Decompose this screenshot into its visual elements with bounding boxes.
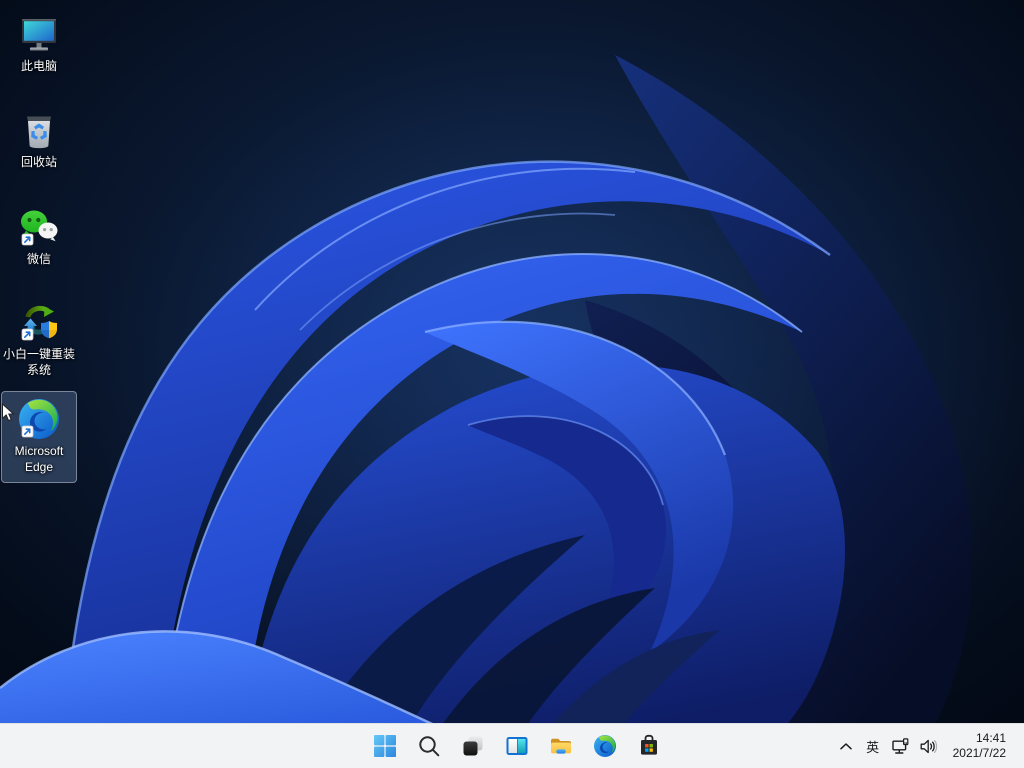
taskbar-center-buttons (365, 724, 669, 768)
desktop-icon-label: Microsoft Edge (14, 444, 64, 474)
desktop-icon-recycle-bin[interactable]: 回收站 (1, 102, 77, 172)
desktop-icon-label: 小白一键重装系统 (2, 347, 75, 377)
bloom-wallpaper (0, 0, 1024, 768)
microsoft-store-button[interactable] (629, 726, 669, 766)
desktop-icon-label: 回收站 (20, 155, 57, 169)
chevron-up-icon (839, 742, 852, 749)
windows-desktop: 此电脑 回收站 微信 小白一键重装系统 Microsoft Edge 英 14:… (0, 0, 1024, 768)
tray-time: 14:41 (975, 731, 1006, 745)
windows-logo-icon (374, 735, 396, 757)
shortcut-arrow-overlay (21, 425, 34, 438)
wechat-icon (17, 205, 61, 249)
this-pc-icon (17, 12, 61, 56)
recycle-bin-icon (17, 108, 61, 152)
ime-language-label: 英 (866, 739, 880, 755)
widgets-button[interactable] (497, 726, 537, 766)
desktop-icon-label: 此电脑 (20, 59, 57, 73)
system-tray: 英 14:41 2021/7/22 (833, 724, 1024, 768)
shopping-bag-icon (641, 734, 657, 755)
ethernet-network-icon (891, 737, 909, 754)
desktop-icon-this-pc[interactable]: 此电脑 (1, 6, 77, 76)
edge-taskbar-button[interactable] (585, 726, 625, 766)
desktop-icon-xiaobai-reinstall[interactable]: 小白一键重装系统 (1, 294, 77, 379)
file-explorer-button[interactable] (541, 726, 581, 766)
clock-date-button[interactable]: 14:41 2021/7/22 (949, 728, 1010, 764)
start-button[interactable] (365, 726, 405, 766)
edge-swirl-icon (594, 735, 616, 757)
volume-button[interactable] (915, 728, 943, 764)
desktop-icon-label: 微信 (26, 252, 51, 266)
overlapping-squares-icon (463, 736, 483, 756)
show-hidden-icons-button[interactable] (833, 728, 859, 764)
edge-icon (17, 397, 61, 441)
ime-indicator[interactable]: 英 (859, 728, 887, 764)
desktop-icon-wechat[interactable]: 微信 (1, 199, 77, 269)
shortcut-arrow-overlay (21, 328, 34, 341)
split-board-icon (506, 737, 528, 755)
volume-icon (920, 739, 937, 753)
task-view-button[interactable] (453, 726, 493, 766)
magnifier-icon (419, 736, 440, 757)
network-button[interactable] (887, 728, 915, 764)
desktop-icon-microsoft-edge[interactable]: Microsoft Edge (1, 391, 77, 483)
tray-date: 2021/7/22 (952, 746, 1006, 760)
xiaobai-reinstall-icon (17, 300, 61, 344)
shortcut-arrow-overlay (21, 233, 34, 246)
folder-icon (551, 738, 571, 754)
taskbar: 英 14:41 2021/7/22 (0, 723, 1024, 768)
search-button[interactable] (409, 726, 449, 766)
